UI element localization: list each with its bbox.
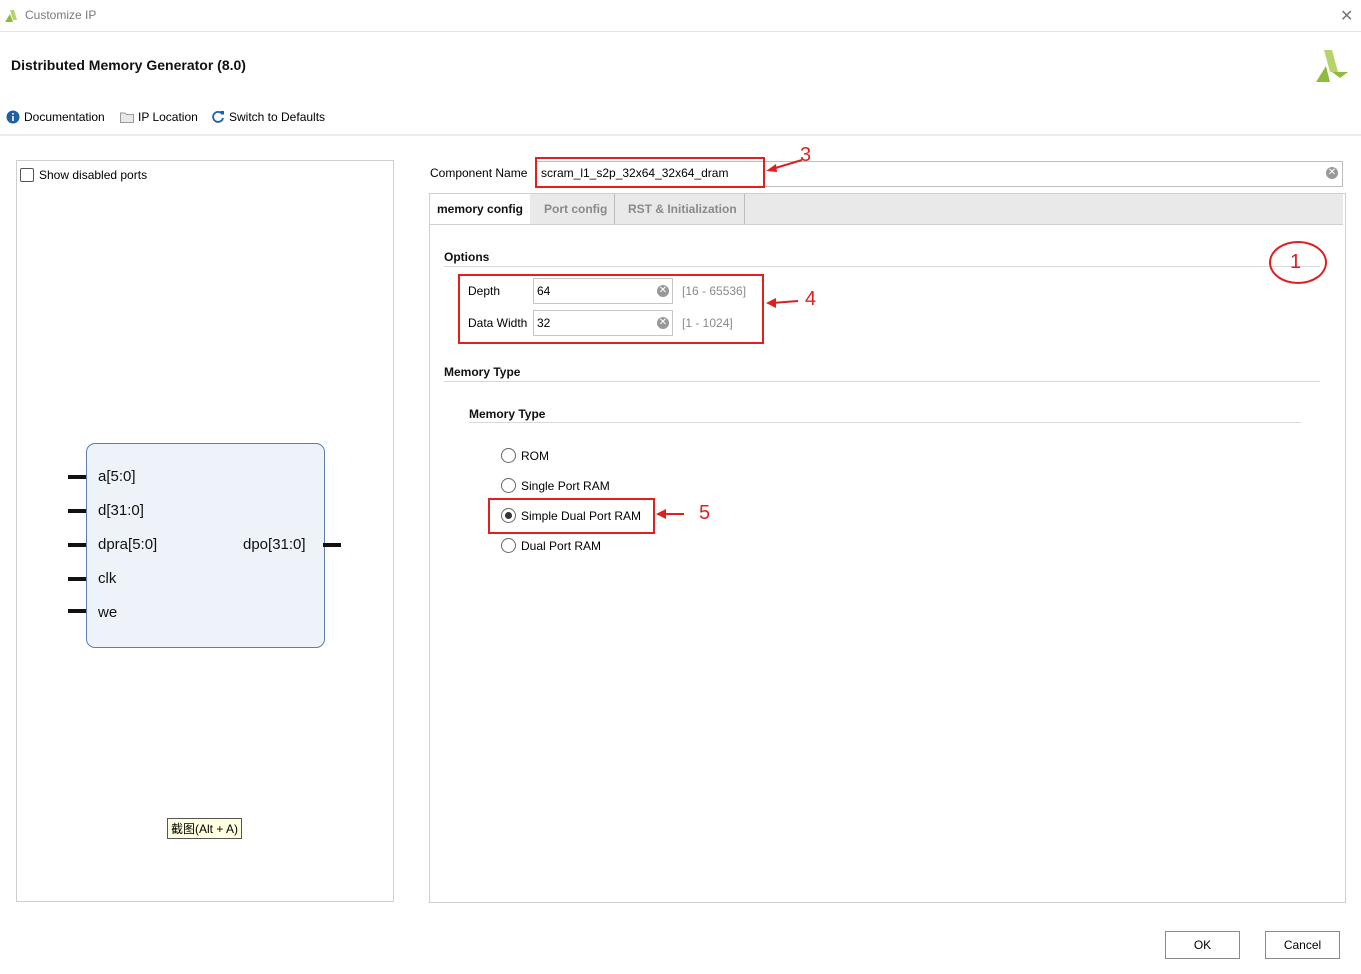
port-label-dpra: dpra[5:0] (98, 536, 158, 553)
switch-to-defaults-button[interactable]: Switch to Defaults (211, 108, 325, 126)
documentation-label: Documentation (24, 110, 105, 124)
radio-label: ROM (521, 448, 549, 463)
annotation-number-4: 4 (805, 288, 817, 310)
tab-rst-initialization[interactable]: RST & Initialization (621, 194, 745, 224)
xilinx-logo-icon (1316, 50, 1348, 82)
annotation-box-3 (535, 157, 765, 188)
port-pin (68, 509, 86, 513)
show-disabled-ports-label: Show disabled ports (39, 168, 148, 182)
port-label-we: we (98, 604, 118, 621)
annotation-number-1: 1 (1290, 251, 1302, 273)
radio-button[interactable] (501, 448, 516, 463)
memory-type-group-title: Memory Type (469, 407, 546, 421)
annotation-box-4 (458, 274, 764, 344)
page-title: Distributed Memory Generator (8.0) (11, 57, 246, 73)
annotation-arrow-5 (656, 509, 684, 519)
component-name-label: Component Name (430, 166, 528, 180)
port-label-dpo: dpo[31:0] (243, 536, 306, 553)
port-pin (323, 543, 341, 547)
documentation-button[interactable]: Documentation (6, 108, 105, 126)
annotation-box-5 (488, 498, 655, 534)
switch-to-defaults-label: Switch to Defaults (229, 110, 326, 124)
radio-single-port-ram[interactable]: Single Port RAM (501, 478, 610, 493)
radio-dual-port-ram[interactable]: Dual Port RAM (501, 538, 601, 553)
radio-button[interactable] (501, 478, 516, 493)
tab-port-config[interactable]: Port config (537, 194, 616, 224)
port-pin (68, 609, 86, 613)
radio-label: Single Port RAM (521, 478, 610, 493)
tab-memory-config[interactable]: memory config (430, 194, 531, 224)
radio-rom[interactable]: ROM (501, 448, 549, 463)
port-pin (68, 577, 86, 581)
toolbar-divider (0, 134, 1361, 136)
memory-type-section-title: Memory Type (444, 365, 521, 379)
port-label-clk: clk (98, 570, 117, 587)
checkbox-box[interactable] (20, 168, 34, 182)
options-title: Options (444, 250, 490, 264)
group-divider (469, 422, 1301, 423)
ok-button[interactable]: OK (1165, 931, 1240, 959)
folder-icon (120, 112, 134, 123)
refresh-icon (212, 111, 224, 123)
clear-icon[interactable]: ✕ (1326, 167, 1338, 179)
port-label-a: a[5:0] (98, 468, 136, 485)
section-divider (444, 266, 1320, 267)
info-icon (6, 110, 20, 124)
ip-location-button[interactable]: IP Location (120, 108, 198, 126)
title-bar (0, 0, 1361, 32)
annotation-arrow-3 (766, 159, 803, 172)
section-divider (444, 381, 1320, 382)
radio-label: Dual Port RAM (521, 538, 602, 553)
annotation-arrow-4 (766, 298, 799, 308)
ip-location-label: IP Location (138, 110, 198, 124)
port-label-d: d[31:0] (98, 502, 144, 519)
show-disabled-ports-checkbox[interactable]: Show disabled ports (20, 168, 147, 182)
tooltip: 截图(Alt + A) (167, 818, 243, 839)
annotation-number-5: 5 (699, 502, 711, 524)
window-title: Customize IP (25, 8, 97, 22)
radio-button[interactable] (501, 538, 516, 553)
vivado-logo-icon (5, 10, 17, 22)
port-pin (68, 543, 86, 547)
port-pin (68, 475, 86, 479)
cancel-button[interactable]: Cancel (1265, 931, 1340, 959)
close-icon[interactable]: ✕ (1340, 6, 1353, 26)
